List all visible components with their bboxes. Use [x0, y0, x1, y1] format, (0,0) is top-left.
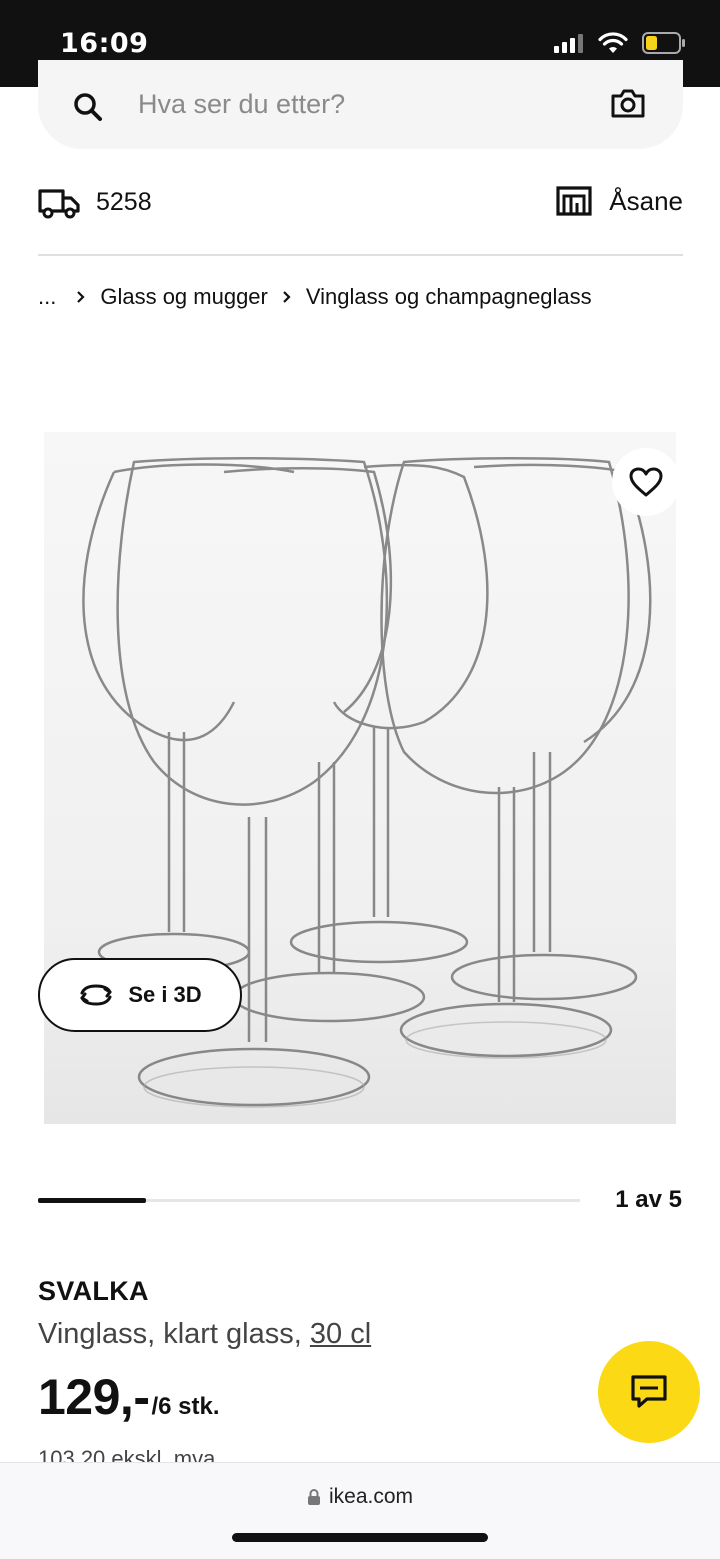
view-in-3d-label: Se i 3D [128, 982, 202, 1007]
store-name: Åsane [609, 185, 683, 216]
truck-icon[interactable] [38, 187, 80, 219]
gallery-progress-fill [38, 1198, 147, 1203]
breadcrumb-item-vinglass[interactable]: Vinglass og champagneglass [306, 284, 592, 310]
status-icons [554, 32, 686, 54]
product-name: SVALKA [38, 1276, 149, 1306]
store-selector[interactable]: Åsane [555, 185, 683, 217]
breadcrumb-ellipsis[interactable]: ... [38, 284, 56, 310]
rotate-3d-icon [80, 984, 112, 1006]
heart-icon [629, 467, 663, 497]
price-unit: /6 stk. [151, 1393, 220, 1420]
product-description: Vinglass, klart glass, 30 cl [38, 1318, 371, 1351]
search-input[interactable] [138, 87, 558, 121]
chat-button[interactable] [598, 1341, 700, 1443]
browser-bar: ikea.com [0, 1462, 720, 1559]
status-time: 16:09 [60, 28, 149, 59]
postcode-link[interactable]: 5258 [96, 188, 152, 217]
signal-icon [554, 34, 583, 53]
product-size-link[interactable]: 30 cl [310, 1318, 371, 1350]
gallery-progress [38, 1198, 580, 1203]
url-bar[interactable]: ikea.com [0, 1485, 720, 1509]
product-description-text: Vinglass, klart glass, [38, 1318, 310, 1350]
search-icon[interactable] [73, 92, 103, 122]
price-row: 129,- /6 stk. [38, 1368, 220, 1426]
favorite-button[interactable] [612, 448, 680, 516]
view-in-3d-button[interactable]: Se i 3D [38, 958, 242, 1032]
wifi-icon [598, 32, 628, 53]
header-divider [38, 254, 683, 256]
breadcrumb-item-glass-og-mugger[interactable]: Glass og mugger [100, 284, 268, 310]
battery-icon [642, 32, 685, 54]
chevron-right-icon [283, 291, 291, 303]
home-indicator[interactable] [232, 1533, 488, 1542]
delivery-row: 5258 Åsane [38, 180, 683, 226]
breadcrumb: ... Glass og mugger Vinglass og champagn… [38, 284, 592, 310]
price: 129,- [38, 1369, 150, 1425]
camera-icon[interactable] [611, 88, 645, 118]
gallery-counter: 1 av 5 [615, 1186, 682, 1213]
store-icon [556, 186, 592, 216]
lock-icon [307, 1489, 320, 1505]
url-text: ikea.com [328, 1485, 414, 1508]
chevron-right-icon [77, 291, 85, 303]
chat-icon [631, 1375, 667, 1408]
search-bar [38, 60, 683, 149]
